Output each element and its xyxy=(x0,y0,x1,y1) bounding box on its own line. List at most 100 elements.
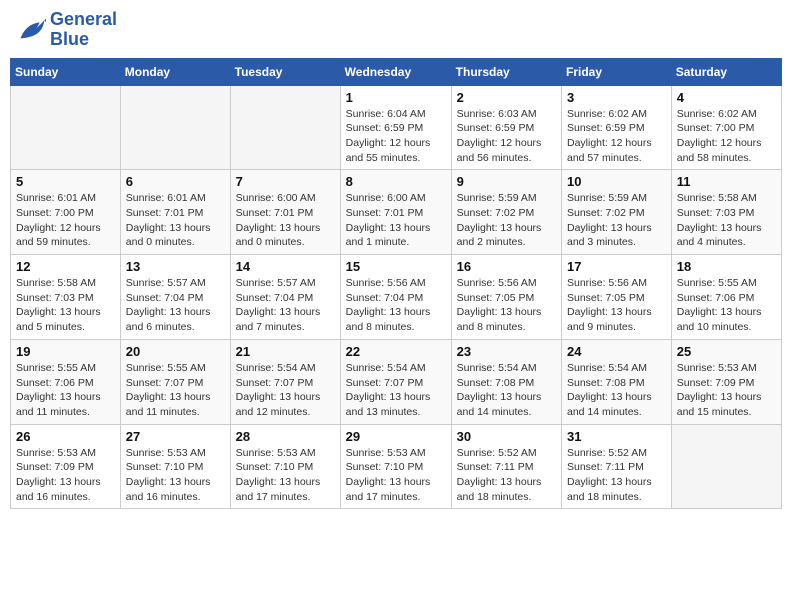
day-info: Sunrise: 5:54 AMSunset: 7:07 PMDaylight:… xyxy=(236,361,335,420)
calendar-cell: 13 Sunrise: 5:57 AMSunset: 7:04 PMDayligh… xyxy=(120,255,230,340)
calendar-cell: 30Sunrise: 5:52 AMSunset: 7:11 PMDayligh… xyxy=(451,424,561,509)
calendar-cell: 18 Sunrise: 5:55 AMSunset: 7:06 PMDayligh… xyxy=(671,255,781,340)
day-info: Sunrise: 5:54 AMSunset: 7:08 PMDaylight:… xyxy=(457,361,556,420)
day-number: 17 xyxy=(567,259,666,274)
calendar-cell: 21 Sunrise: 5:54 AMSunset: 7:07 PMDayligh… xyxy=(230,339,340,424)
day-header-thursday: Thursday xyxy=(451,58,561,85)
calendar-cell: 6 Sunrise: 6:01 AMSunset: 7:01 PMDaylight… xyxy=(120,170,230,255)
day-info: Sunrise: 5:59 AMSunset: 7:02 PMDaylight:… xyxy=(457,191,556,250)
calendar-cell xyxy=(11,85,121,170)
calendar-cell: 16 Sunrise: 5:56 AMSunset: 7:05 PMDayligh… xyxy=(451,255,561,340)
day-header-wednesday: Wednesday xyxy=(340,58,451,85)
day-number: 21 xyxy=(236,344,335,359)
day-info: Sunrise: 5:56 AMSunset: 7:05 PMDaylight:… xyxy=(457,276,556,335)
day-number: 5 xyxy=(16,174,115,189)
calendar-cell: 15 Sunrise: 5:56 AMSunset: 7:04 PMDayligh… xyxy=(340,255,451,340)
day-info: Sunrise: 5:53 AMSunset: 7:09 PMDaylight:… xyxy=(677,361,776,420)
calendar-table: SundayMondayTuesdayWednesdayThursdayFrid… xyxy=(10,58,782,510)
day-header-saturday: Saturday xyxy=(671,58,781,85)
day-info: Sunrise: 5:53 AMSunset: 7:09 PMDaylight:… xyxy=(16,446,115,505)
day-number: 8 xyxy=(346,174,446,189)
day-number: 9 xyxy=(457,174,556,189)
day-header-tuesday: Tuesday xyxy=(230,58,340,85)
calendar-cell: 3 Sunrise: 6:02 AMSunset: 6:59 PMDaylight… xyxy=(562,85,672,170)
calendar-cell: 27 Sunrise: 5:53 AMSunset: 7:10 PMDayligh… xyxy=(120,424,230,509)
day-info: Sunrise: 5:56 AMSunset: 7:05 PMDaylight:… xyxy=(567,276,666,335)
day-number: 31 xyxy=(567,429,666,444)
calendar-cell: 24Sunrise: 5:54 AMSunset: 7:08 PMDayligh… xyxy=(562,339,672,424)
day-info: Sunrise: 5:53 AMSunset: 7:10 PMDaylight:… xyxy=(126,446,225,505)
day-number: 20 xyxy=(126,344,225,359)
day-info: Sunrise: 5:57 AMSunset: 7:04 PMDaylight:… xyxy=(236,276,335,335)
calendar-cell: 2 Sunrise: 6:03 AMSunset: 6:59 PMDaylight… xyxy=(451,85,561,170)
day-number: 11 xyxy=(677,174,776,189)
calendar-cell: 29Sunrise: 5:53 AMSunset: 7:10 PMDayligh… xyxy=(340,424,451,509)
day-info: Sunrise: 5:52 AMSunset: 7:11 PMDaylight:… xyxy=(457,446,556,505)
calendar-week-row: 19Sunrise: 5:55 AMSunset: 7:06 PMDayligh… xyxy=(11,339,782,424)
calendar-cell: 12 Sunrise: 5:58 AMSunset: 7:03 PMDayligh… xyxy=(11,255,121,340)
day-info: Sunrise: 5:57 AMSunset: 7:04 PMDaylight:… xyxy=(126,276,225,335)
day-number: 3 xyxy=(567,90,666,105)
logo-text2: Blue xyxy=(50,30,117,50)
calendar-cell: 31 Sunrise: 5:52 AMSunset: 7:11 PMDayligh… xyxy=(562,424,672,509)
calendar-cell: 20 Sunrise: 5:55 AMSunset: 7:07 PMDayligh… xyxy=(120,339,230,424)
calendar-week-row: 1 Sunrise: 6:04 AMSunset: 6:59 PMDaylight… xyxy=(11,85,782,170)
calendar-cell xyxy=(671,424,781,509)
day-number: 23 xyxy=(457,344,556,359)
day-info: Sunrise: 5:53 AMSunset: 7:10 PMDaylight:… xyxy=(346,446,446,505)
day-number: 27 xyxy=(126,429,225,444)
calendar-cell: 26 Sunrise: 5:53 AMSunset: 7:09 PMDayligh… xyxy=(11,424,121,509)
day-info: Sunrise: 6:01 AMSunset: 7:01 PMDaylight:… xyxy=(126,191,225,250)
calendar-cell: 17 Sunrise: 5:56 AMSunset: 7:05 PMDayligh… xyxy=(562,255,672,340)
day-info: Sunrise: 5:55 AMSunset: 7:07 PMDaylight:… xyxy=(126,361,225,420)
calendar-cell: 5Sunrise: 6:01 AMSunset: 7:00 PMDaylight… xyxy=(11,170,121,255)
calendar-cell: 1 Sunrise: 6:04 AMSunset: 6:59 PMDaylight… xyxy=(340,85,451,170)
calendar-cell: 22 Sunrise: 5:54 AMSunset: 7:07 PMDayligh… xyxy=(340,339,451,424)
day-info: Sunrise: 5:58 AMSunset: 7:03 PMDaylight:… xyxy=(16,276,115,335)
day-number: 1 xyxy=(346,90,446,105)
day-number: 24 xyxy=(567,344,666,359)
day-number: 16 xyxy=(457,259,556,274)
calendar-header-row: SundayMondayTuesdayWednesdayThursdayFrid… xyxy=(11,58,782,85)
day-number: 14 xyxy=(236,259,335,274)
logo-icon xyxy=(14,16,46,44)
calendar-cell: 11 Sunrise: 5:58 AMSunset: 7:03 PMDayligh… xyxy=(671,170,781,255)
day-number: 2 xyxy=(457,90,556,105)
day-number: 15 xyxy=(346,259,446,274)
day-info: Sunrise: 6:03 AMSunset: 6:59 PMDaylight:… xyxy=(457,107,556,166)
day-info: Sunrise: 5:56 AMSunset: 7:04 PMDaylight:… xyxy=(346,276,446,335)
day-info: Sunrise: 5:52 AMSunset: 7:11 PMDaylight:… xyxy=(567,446,666,505)
calendar-cell: 8 Sunrise: 6:00 AMSunset: 7:01 PMDaylight… xyxy=(340,170,451,255)
day-number: 28 xyxy=(236,429,335,444)
day-info: Sunrise: 5:53 AMSunset: 7:10 PMDaylight:… xyxy=(236,446,335,505)
day-info: Sunrise: 6:02 AMSunset: 7:00 PMDaylight:… xyxy=(677,107,776,166)
logo: General Blue xyxy=(14,10,117,50)
day-number: 4 xyxy=(677,90,776,105)
calendar-week-row: 26 Sunrise: 5:53 AMSunset: 7:09 PMDayligh… xyxy=(11,424,782,509)
calendar-week-row: 5Sunrise: 6:01 AMSunset: 7:00 PMDaylight… xyxy=(11,170,782,255)
day-number: 22 xyxy=(346,344,446,359)
day-info: Sunrise: 6:02 AMSunset: 6:59 PMDaylight:… xyxy=(567,107,666,166)
calendar-cell: 7Sunrise: 6:00 AMSunset: 7:01 PMDaylight… xyxy=(230,170,340,255)
day-info: Sunrise: 5:55 AMSunset: 7:06 PMDaylight:… xyxy=(677,276,776,335)
day-info: Sunrise: 5:54 AMSunset: 7:07 PMDaylight:… xyxy=(346,361,446,420)
logo-text: General xyxy=(50,10,117,30)
calendar-week-row: 12 Sunrise: 5:58 AMSunset: 7:03 PMDayligh… xyxy=(11,255,782,340)
day-info: Sunrise: 6:00 AMSunset: 7:01 PMDaylight:… xyxy=(346,191,446,250)
day-info: Sunrise: 6:04 AMSunset: 6:59 PMDaylight:… xyxy=(346,107,446,166)
calendar-cell: 25 Sunrise: 5:53 AMSunset: 7:09 PMDayligh… xyxy=(671,339,781,424)
day-number: 25 xyxy=(677,344,776,359)
day-header-sunday: Sunday xyxy=(11,58,121,85)
day-number: 12 xyxy=(16,259,115,274)
day-header-monday: Monday xyxy=(120,58,230,85)
calendar-cell: 4 Sunrise: 6:02 AMSunset: 7:00 PMDaylight… xyxy=(671,85,781,170)
day-number: 26 xyxy=(16,429,115,444)
calendar-cell xyxy=(120,85,230,170)
day-number: 10 xyxy=(567,174,666,189)
calendar-cell: 28 Sunrise: 5:53 AMSunset: 7:10 PMDayligh… xyxy=(230,424,340,509)
day-number: 18 xyxy=(677,259,776,274)
day-number: 6 xyxy=(126,174,225,189)
day-number: 13 xyxy=(126,259,225,274)
day-info: Sunrise: 5:58 AMSunset: 7:03 PMDaylight:… xyxy=(677,191,776,250)
day-info: Sunrise: 5:59 AMSunset: 7:02 PMDaylight:… xyxy=(567,191,666,250)
